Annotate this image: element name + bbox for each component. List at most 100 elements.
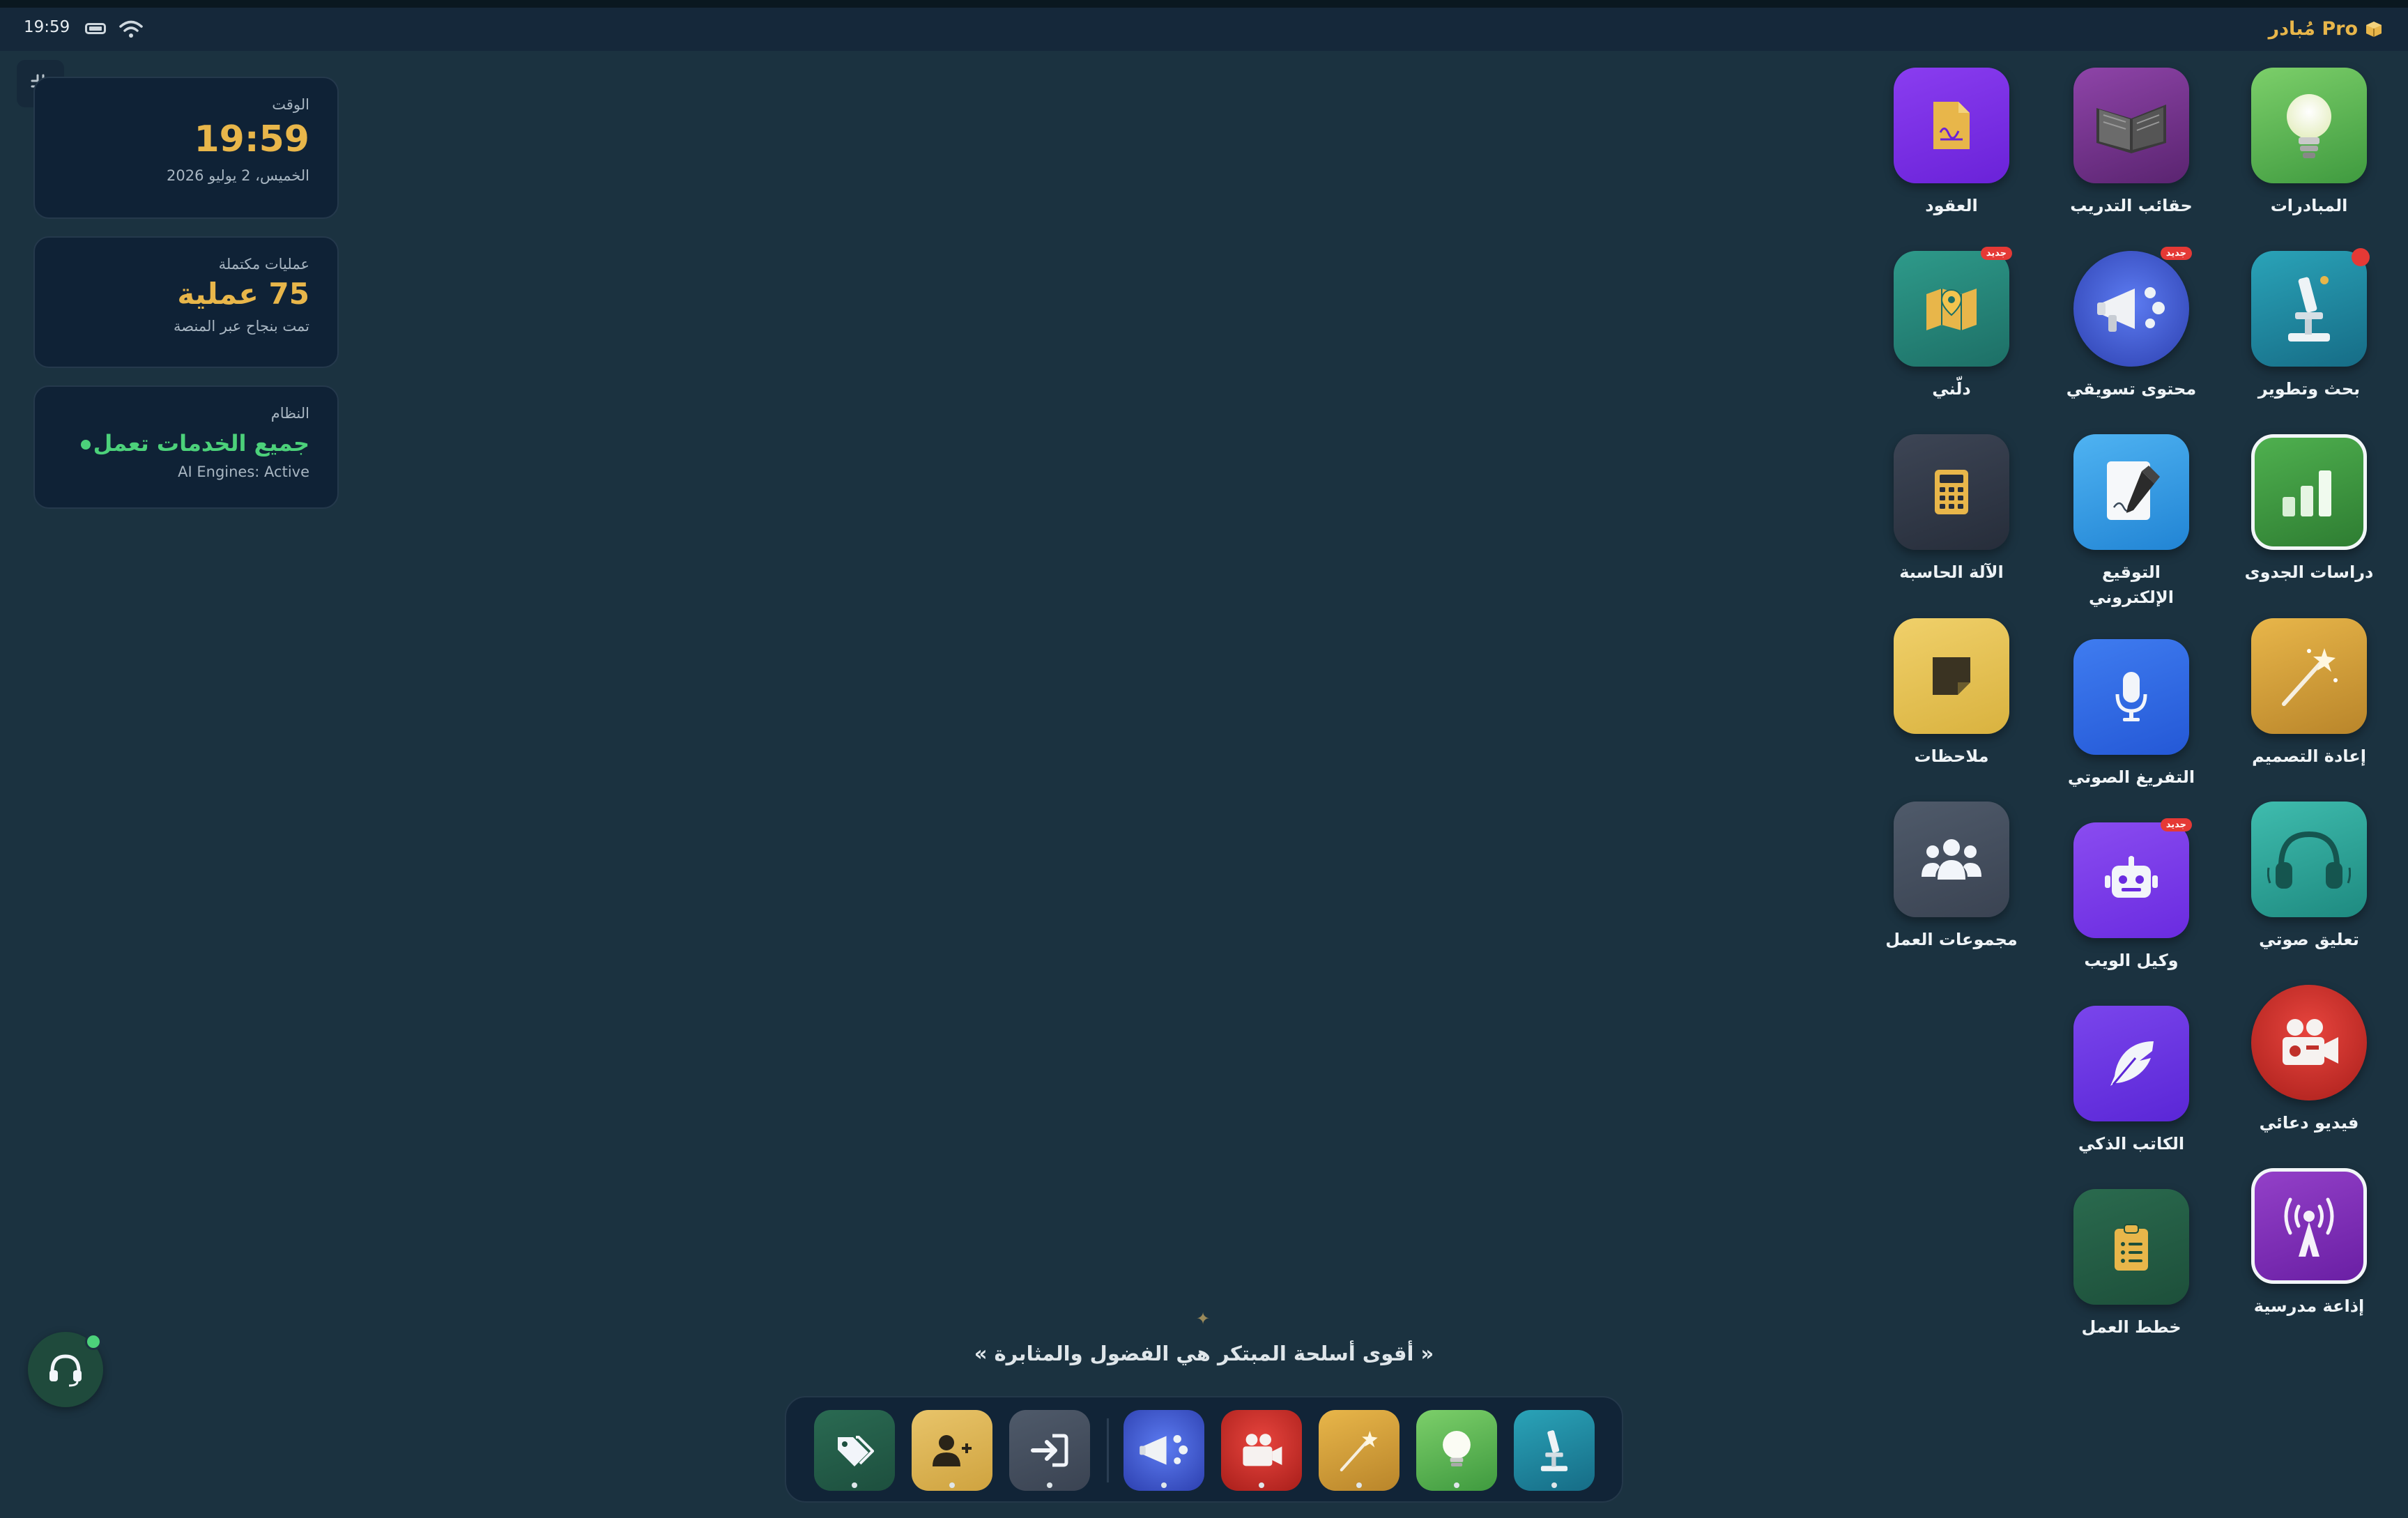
sparkle-icon: ✦ [1196, 1309, 1211, 1328]
app-transcription[interactable]: التفريغ الصوتي [2062, 639, 2201, 790]
new-badge: جديد [2160, 247, 2192, 260]
system-status-text: جميع الخدمات تعمل [93, 430, 309, 457]
new-badge [2352, 248, 2370, 266]
app-label: التوقيع الإلكتروني [2088, 562, 2174, 607]
contract-icon [1894, 68, 2009, 183]
app-feasibility[interactable]: دراسات الجدوى [2239, 434, 2379, 585]
headset-icon [49, 1354, 82, 1387]
app-contracts[interactable]: العقود [1882, 68, 2021, 218]
system-widget-label: النظام [270, 405, 309, 422]
status-bar: 19:59 مُبادر Pro [0, 8, 2408, 51]
wifi-icon [119, 20, 143, 38]
magic-wand-icon [1340, 1431, 1378, 1472]
new-badge: جديد [1980, 247, 2012, 260]
status-time: 19:59 [24, 18, 70, 36]
app-esign[interactable]: التوقيع الإلكتروني [2062, 434, 2201, 610]
tags-icon [838, 1436, 874, 1466]
megaphone-icon: جديد [2073, 247, 2192, 367]
time-widget-value: 19:59 [194, 118, 309, 160]
operations-widget: عمليات مكتملة 75 عملية تمت بنجاح عبر الم… [33, 236, 339, 368]
dock-item-promo-video[interactable] [1221, 1410, 1302, 1491]
cube-icon [2366, 21, 2382, 37]
app-voiceover[interactable]: تعليق صوتي [2239, 802, 2379, 952]
time-widget-date: الخميس، 2 يوليو 2026 [167, 167, 309, 184]
system-widget-sub: AI Engines: Active [178, 463, 309, 480]
app-label: بحث وتطوير [2257, 379, 2361, 399]
running-indicator [852, 1482, 857, 1488]
microphone-icon [2073, 639, 2189, 755]
online-indicator [85, 1333, 102, 1350]
app-training[interactable]: حقائب التدريب [2062, 68, 2201, 218]
feather-icon [2073, 1006, 2189, 1121]
dock-item-sign-in[interactable] [1009, 1410, 1090, 1491]
app-promo-video[interactable]: فيديو دعائي [2239, 985, 2379, 1135]
app-notes[interactable]: ملاحظات [1882, 618, 2021, 769]
app-web-agent[interactable]: جديد وكيل الويب [2062, 818, 2201, 973]
dock [785, 1396, 1623, 1503]
robot-icon: جديد [2073, 818, 2192, 938]
signature-icon [2073, 434, 2189, 550]
running-indicator [1356, 1482, 1362, 1488]
app-label: حقائب التدريب [2070, 196, 2193, 215]
app-calculator[interactable]: الآلة الحاسبة [1882, 434, 2021, 585]
app-label: الآلة الحاسبة [1899, 562, 2004, 582]
time-widget: الوقت 19:59 الخميس، 2 يوليو 2026 [33, 77, 339, 219]
time-widget-label: الوقت [272, 96, 309, 113]
app-label: إعادة التصميم [2252, 746, 2366, 766]
microscope-icon [2251, 248, 2370, 367]
dock-item-redesign[interactable] [1319, 1410, 1399, 1491]
sticky-note-icon [1894, 618, 2009, 734]
video-camera-icon [1243, 1434, 1282, 1466]
app-label: تعليق صوتي [2259, 930, 2359, 949]
operations-widget-sub: تمت بنجاح عبر المنصة [174, 318, 309, 335]
dock-item-marketing[interactable] [1124, 1410, 1204, 1491]
app-label: فيديو دعائي [2259, 1113, 2359, 1133]
app-label: وكيل الويب [2084, 951, 2179, 970]
sign-in-icon [1031, 1434, 1068, 1467]
new-badge: جديد [2160, 818, 2192, 831]
app-label: الكاتب الذكي [2078, 1134, 2185, 1153]
operations-widget-value: 75 عملية [177, 277, 309, 311]
app-marketing[interactable]: جديد محتوى تسويقي [2062, 247, 2201, 401]
bar-chart-icon [2251, 434, 2367, 550]
support-button[interactable] [28, 1332, 103, 1407]
status-dot-icon [80, 440, 91, 450]
app-action-plans[interactable]: خطط العمل [2062, 1189, 2201, 1340]
system-widget-status: جميع الخدمات تعمل [56, 430, 309, 457]
app-label: خطط العمل [2081, 1317, 2181, 1337]
dock-item-tags[interactable] [814, 1410, 895, 1491]
app-guide[interactable]: جديد دلّني [1882, 247, 2021, 401]
app-school-radio[interactable]: إذاعة مدرسية [2239, 1168, 2379, 1319]
user-plus-icon [933, 1435, 972, 1466]
app-workgroups[interactable]: مجموعات العمل [1882, 802, 2021, 952]
dock-item-add-user[interactable] [912, 1410, 992, 1491]
calculator-icon [1894, 434, 2009, 550]
map-pin-icon: جديد [1894, 247, 2012, 367]
operations-widget-label: عمليات مكتملة [218, 256, 309, 273]
headphones-icon [2251, 802, 2367, 917]
lightbulb-icon [2251, 68, 2367, 183]
running-indicator [1161, 1482, 1167, 1488]
running-indicator [1551, 1482, 1557, 1488]
dock-item-initiatives[interactable] [1416, 1410, 1497, 1491]
running-indicator [1047, 1482, 1052, 1488]
app-label: دلّني [1932, 379, 1971, 399]
megaphone-icon [1140, 1434, 1188, 1465]
app-rnd[interactable]: بحث وتطوير [2239, 248, 2379, 401]
app-label: دراسات الجدوى [2244, 562, 2374, 582]
app-smart-writer[interactable]: الكاتب الذكي [2062, 1006, 2201, 1156]
top-edge [0, 0, 2408, 8]
app-label: محتوى تسويقي [2066, 379, 2197, 399]
motivational-quote: « أقوى أسلحة المبتكر هي الفضول والمثابرة… [974, 1342, 1434, 1365]
app-redesign[interactable]: إعادة التصميم [2239, 618, 2379, 769]
app-initiatives[interactable]: المبادرات [2239, 68, 2379, 218]
dock-item-rnd[interactable] [1514, 1410, 1595, 1491]
battery-icon [85, 23, 106, 34]
magic-wand-icon [2251, 618, 2367, 734]
clipboard-list-icon [2073, 1189, 2189, 1305]
brand-logo[interactable]: مُبادر Pro [2269, 18, 2383, 40]
video-camera-icon [2251, 985, 2367, 1101]
open-book-icon [2073, 68, 2189, 183]
app-label: العقود [1925, 196, 1978, 215]
running-indicator [949, 1482, 955, 1488]
